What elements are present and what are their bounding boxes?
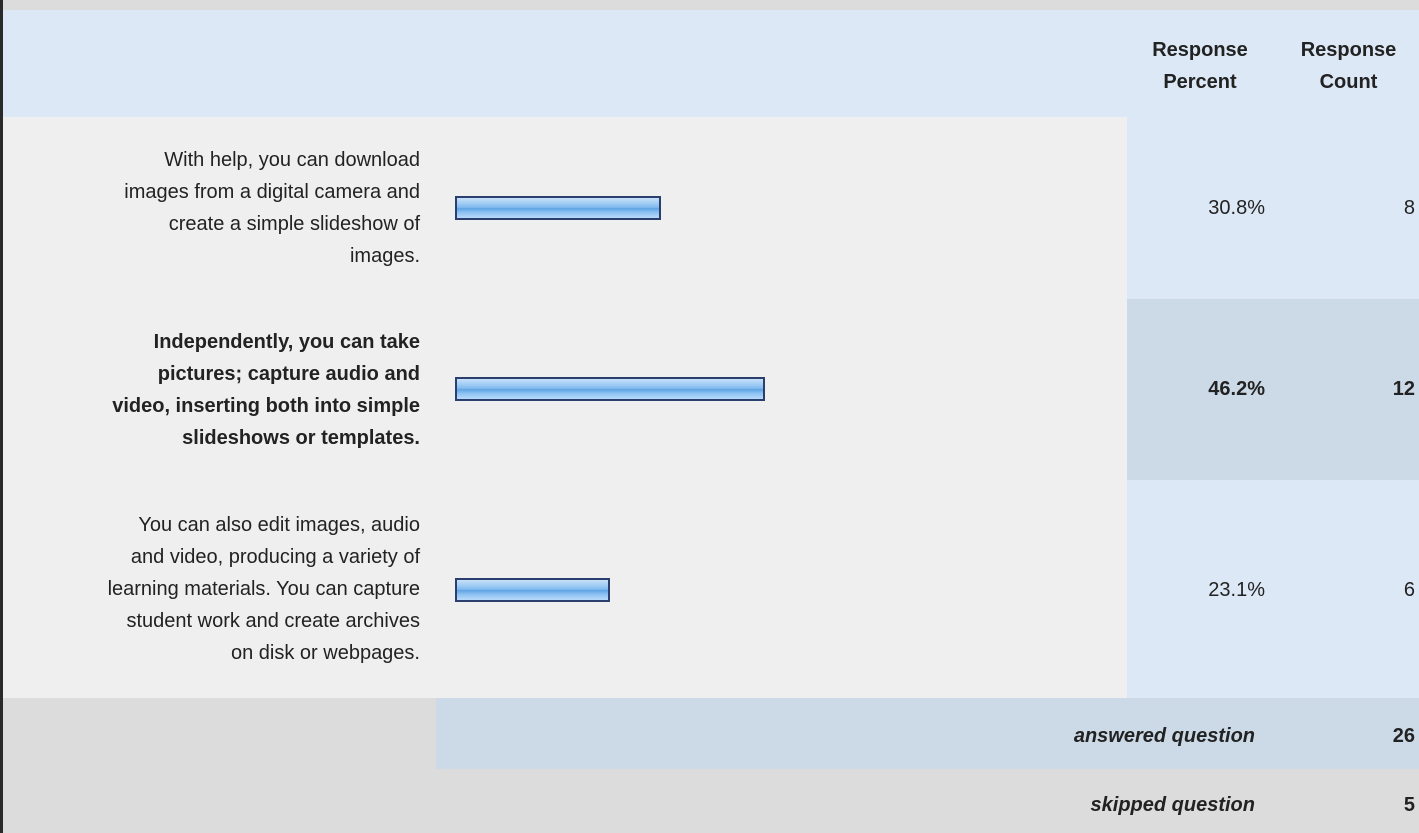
response-count: 8 <box>1403 197 1415 219</box>
summary-spacer <box>3 698 436 769</box>
answer-label: Independently, you can take pictures; ca… <box>3 299 420 480</box>
header-response-count-line2: Count <box>1319 71 1378 93</box>
answer-label-line: images. <box>349 245 420 267</box>
header-response-count-line1: Response <box>1300 39 1397 61</box>
answer-label-line: create a simple slideshow of <box>168 213 420 235</box>
response-percent: 23.1% <box>1208 579 1265 601</box>
answer-label-line: video, inserting both into simple <box>112 394 420 417</box>
header-response-percent-line1: Response <box>1152 39 1248 61</box>
response-bar <box>455 578 610 602</box>
response-percent: 30.8% <box>1208 197 1265 219</box>
answered-question-label: answered question <box>1073 725 1255 747</box>
header-response-count: Response Count <box>1276 34 1419 98</box>
answer-label-line: You can also edit images, audio <box>138 514 420 536</box>
response-count: 12 <box>1392 378 1415 400</box>
answer-row-highlighted: Independently, you can take pictures; ca… <box>3 299 1419 480</box>
header-response-percent-line2: Percent <box>1163 71 1237 93</box>
table-header: Response Percent Response Count <box>3 10 1419 117</box>
answer-label-line: slideshows or templates. <box>182 426 420 449</box>
answer-label-line: student work and create archives <box>126 610 421 632</box>
skipped-question-row: skipped question 5 <box>3 769 1419 833</box>
response-bar <box>455 377 765 401</box>
answer-label-line: and video, producing a variety of <box>130 546 420 568</box>
header-response-percent: Response Percent <box>1131 34 1269 98</box>
answer-label-line: pictures; capture audio and <box>157 362 420 385</box>
answer-label-line: images from a digital camera and <box>124 181 420 203</box>
answer-row: With help, you can download images from … <box>3 117 1419 299</box>
answer-row: You can also edit images, audio and vide… <box>3 480 1419 698</box>
response-bar <box>455 196 661 220</box>
answer-label: You can also edit images, audio and vide… <box>3 480 420 698</box>
answer-label: With help, you can download images from … <box>3 117 420 299</box>
skipped-question-value: 5 <box>1403 794 1415 816</box>
answer-label-line: Independently, you can take <box>153 330 420 353</box>
answered-question-row: answered question 26 <box>436 698 1419 769</box>
response-percent: 46.2% <box>1208 378 1265 400</box>
skipped-question-label: skipped question <box>1090 794 1255 816</box>
answer-label-line: learning materials. You can capture <box>107 578 420 600</box>
response-count: 6 <box>1403 579 1415 601</box>
survey-results-table: Response Percent Response Count With hel… <box>0 0 1419 833</box>
answer-label-line: on disk or webpages. <box>230 642 420 664</box>
answer-label-line: With help, you can download <box>164 149 420 171</box>
answered-question-value: 26 <box>1392 725 1415 747</box>
